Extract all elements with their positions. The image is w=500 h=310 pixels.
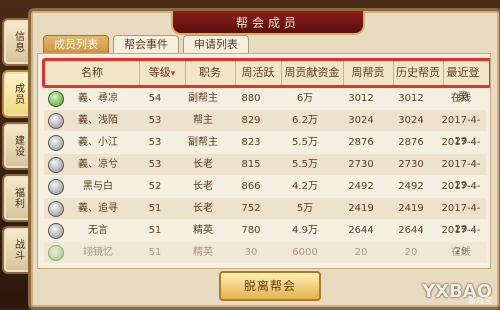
header-level[interactable]: 等级▾ — [139, 61, 186, 85]
cell-name: 義、追寻 — [78, 203, 118, 214]
cell-weekly-active: 866 — [241, 181, 261, 192]
cell-weekly-active: 30 — [244, 247, 258, 258]
cell-total-contrib: 2419 — [398, 203, 424, 214]
tab-applications[interactable]: 申请列表 — [183, 35, 249, 54]
cell-role: 长老 — [193, 181, 213, 192]
cell-level: 53 — [148, 115, 162, 126]
cell-role: 精英 — [193, 247, 213, 258]
cell-weekly-contrib: 3012 — [348, 93, 374, 104]
table-row[interactable]: 无言51精英7804.9万264426442017-4-29 — [44, 220, 486, 257]
leave-guild-button[interactable]: 脱离帮会 — [219, 271, 321, 301]
member-table: 名称 等级▾ 职务 周活跃 周贡献资金 周帮贡 历史帮贡 最近登录 義、尋凉 54… — [37, 53, 491, 269]
cell-weekly-fund: 4.9万 — [292, 225, 318, 236]
cell-total-contrib: 2492 — [398, 181, 424, 192]
cell-role: 副帮主 — [188, 137, 218, 148]
cell-weekly-fund: 5万 — [296, 203, 314, 214]
cell-role: 长老 — [193, 159, 213, 170]
cell-weekly-active: 780 — [241, 225, 261, 236]
cell-name: 義、浅陌 — [78, 115, 118, 126]
cell-total-contrib: 2644 — [398, 225, 424, 236]
table-row[interactable]: 義、凉兮 53 长老 815 5.5万 2730 2730 2017-4-29 — [44, 154, 486, 191]
cell-level: 51 — [148, 225, 162, 236]
cell-total-contrib: 2876 — [398, 137, 424, 148]
cell-role: 帮主 — [193, 115, 213, 126]
cell-weekly-fund: 6.2万 — [292, 115, 318, 126]
table-row[interactable]: 義、浅陌 53 帮主 829 6.2万 3024 3024 2017-4-29 — [44, 110, 486, 147]
header-total-contrib[interactable]: 历史帮贡 — [393, 61, 444, 85]
cell-role: 精英 — [193, 225, 213, 236]
cell-name: 无言 — [88, 225, 108, 236]
cell-last-login: 在线 — [451, 93, 471, 104]
header-last-login[interactable]: 最近登录 — [443, 61, 483, 103]
cell-weekly-active: 829 — [241, 115, 261, 126]
cell-weekly-contrib: 3024 — [348, 115, 374, 126]
tab-guild-events[interactable]: 帮会事件 — [113, 35, 179, 54]
cell-last-login: 在线 — [451, 247, 471, 258]
table-row[interactable]: 翊镜忆 51 精英 30 6000 20 20 在线 — [44, 242, 486, 263]
table-row[interactable]: 黑与白52长老8664.2万249224922017-4-29 — [44, 176, 486, 213]
sort-arrow-icon: ▾ — [170, 69, 176, 79]
cell-level: 54 — [148, 93, 162, 104]
header-role[interactable]: 职务 — [185, 61, 236, 85]
cell-name: 義、小江 — [78, 137, 118, 148]
header-name[interactable]: 名称 — [45, 61, 140, 85]
cell-total-contrib: 2730 — [398, 159, 424, 170]
cell-weekly-contrib: 2644 — [348, 225, 374, 236]
cell-total-contrib: 3012 — [398, 93, 424, 104]
tab-member-list[interactable]: 成员列表 — [43, 35, 109, 54]
table-header: 名称 等级▾ 职务 周活跃 周贡献资金 周帮贡 历史帮贡 最近登录 — [42, 58, 490, 103]
cell-weekly-contrib: 2492 — [348, 181, 374, 192]
cell-weekly-fund: 6000 — [292, 247, 318, 258]
cell-weekly-fund: 5.5万 — [292, 137, 318, 148]
header-weekly-active[interactable]: 周活跃 — [235, 61, 282, 85]
cell-level: 53 — [148, 159, 162, 170]
table-row[interactable]: 義、尋凉 54 副帮主 880 6万 3012 3012 在线 — [44, 88, 486, 109]
cell-weekly-active: 752 — [241, 203, 261, 214]
cell-weekly-contrib: 20 — [354, 247, 368, 258]
cell-name: 翊镜忆 — [83, 247, 113, 258]
table-row[interactable]: 義、小江53副帮主8235.5万287628762017-4-29 — [44, 132, 486, 169]
cell-role: 副帮主 — [188, 93, 218, 104]
cell-weekly-contrib: 2419 — [348, 203, 374, 214]
cell-weekly-fund: 6万 — [296, 93, 314, 104]
cell-name: 義、凉兮 — [78, 159, 118, 170]
tab-bar: 成员列表 帮会事件 申请列表 — [43, 35, 249, 55]
cell-role: 长老 — [193, 203, 213, 214]
table-row[interactable]: 義、追寻 51 长老 752 5万 2419 2419 2017-4-29 — [44, 198, 486, 235]
cell-name: 義、尋凉 — [78, 93, 118, 104]
cell-level: 51 — [148, 247, 162, 258]
header-weekly-fund[interactable]: 周贡献资金 — [281, 61, 344, 85]
cell-total-contrib: 20 — [404, 247, 418, 258]
header-weekly-contrib[interactable]: 周帮贡 — [343, 61, 394, 85]
cell-name: 黑与白 — [83, 181, 113, 192]
cell-weekly-active: 823 — [241, 137, 261, 148]
site-watermark-sub: 游戏宝 — [468, 296, 492, 305]
cell-level: 51 — [148, 203, 162, 214]
cell-total-contrib: 3024 — [398, 115, 424, 126]
cell-weekly-fund: 4.2万 — [292, 181, 318, 192]
guild-members-panel: 帮会成员 成员列表 帮会事件 申请列表 名称 等级▾ 职务 周活跃 周贡献资金 … — [28, 8, 500, 310]
cell-weekly-active: 815 — [241, 159, 261, 170]
cell-weekly-fund: 5.5万 — [292, 159, 318, 170]
cell-level: 52 — [148, 181, 162, 192]
cell-weekly-contrib: 2730 — [348, 159, 374, 170]
panel-title: 帮会成员 — [171, 11, 365, 35]
game-scene: 信息 成员 建设 福利 战斗 帮会成员 成员列表 帮会事件 申请列表 名称 等级… — [0, 0, 500, 310]
cell-level: 53 — [148, 137, 162, 148]
cell-weekly-contrib: 2876 — [348, 137, 374, 148]
cell-weekly-active: 880 — [241, 93, 261, 104]
